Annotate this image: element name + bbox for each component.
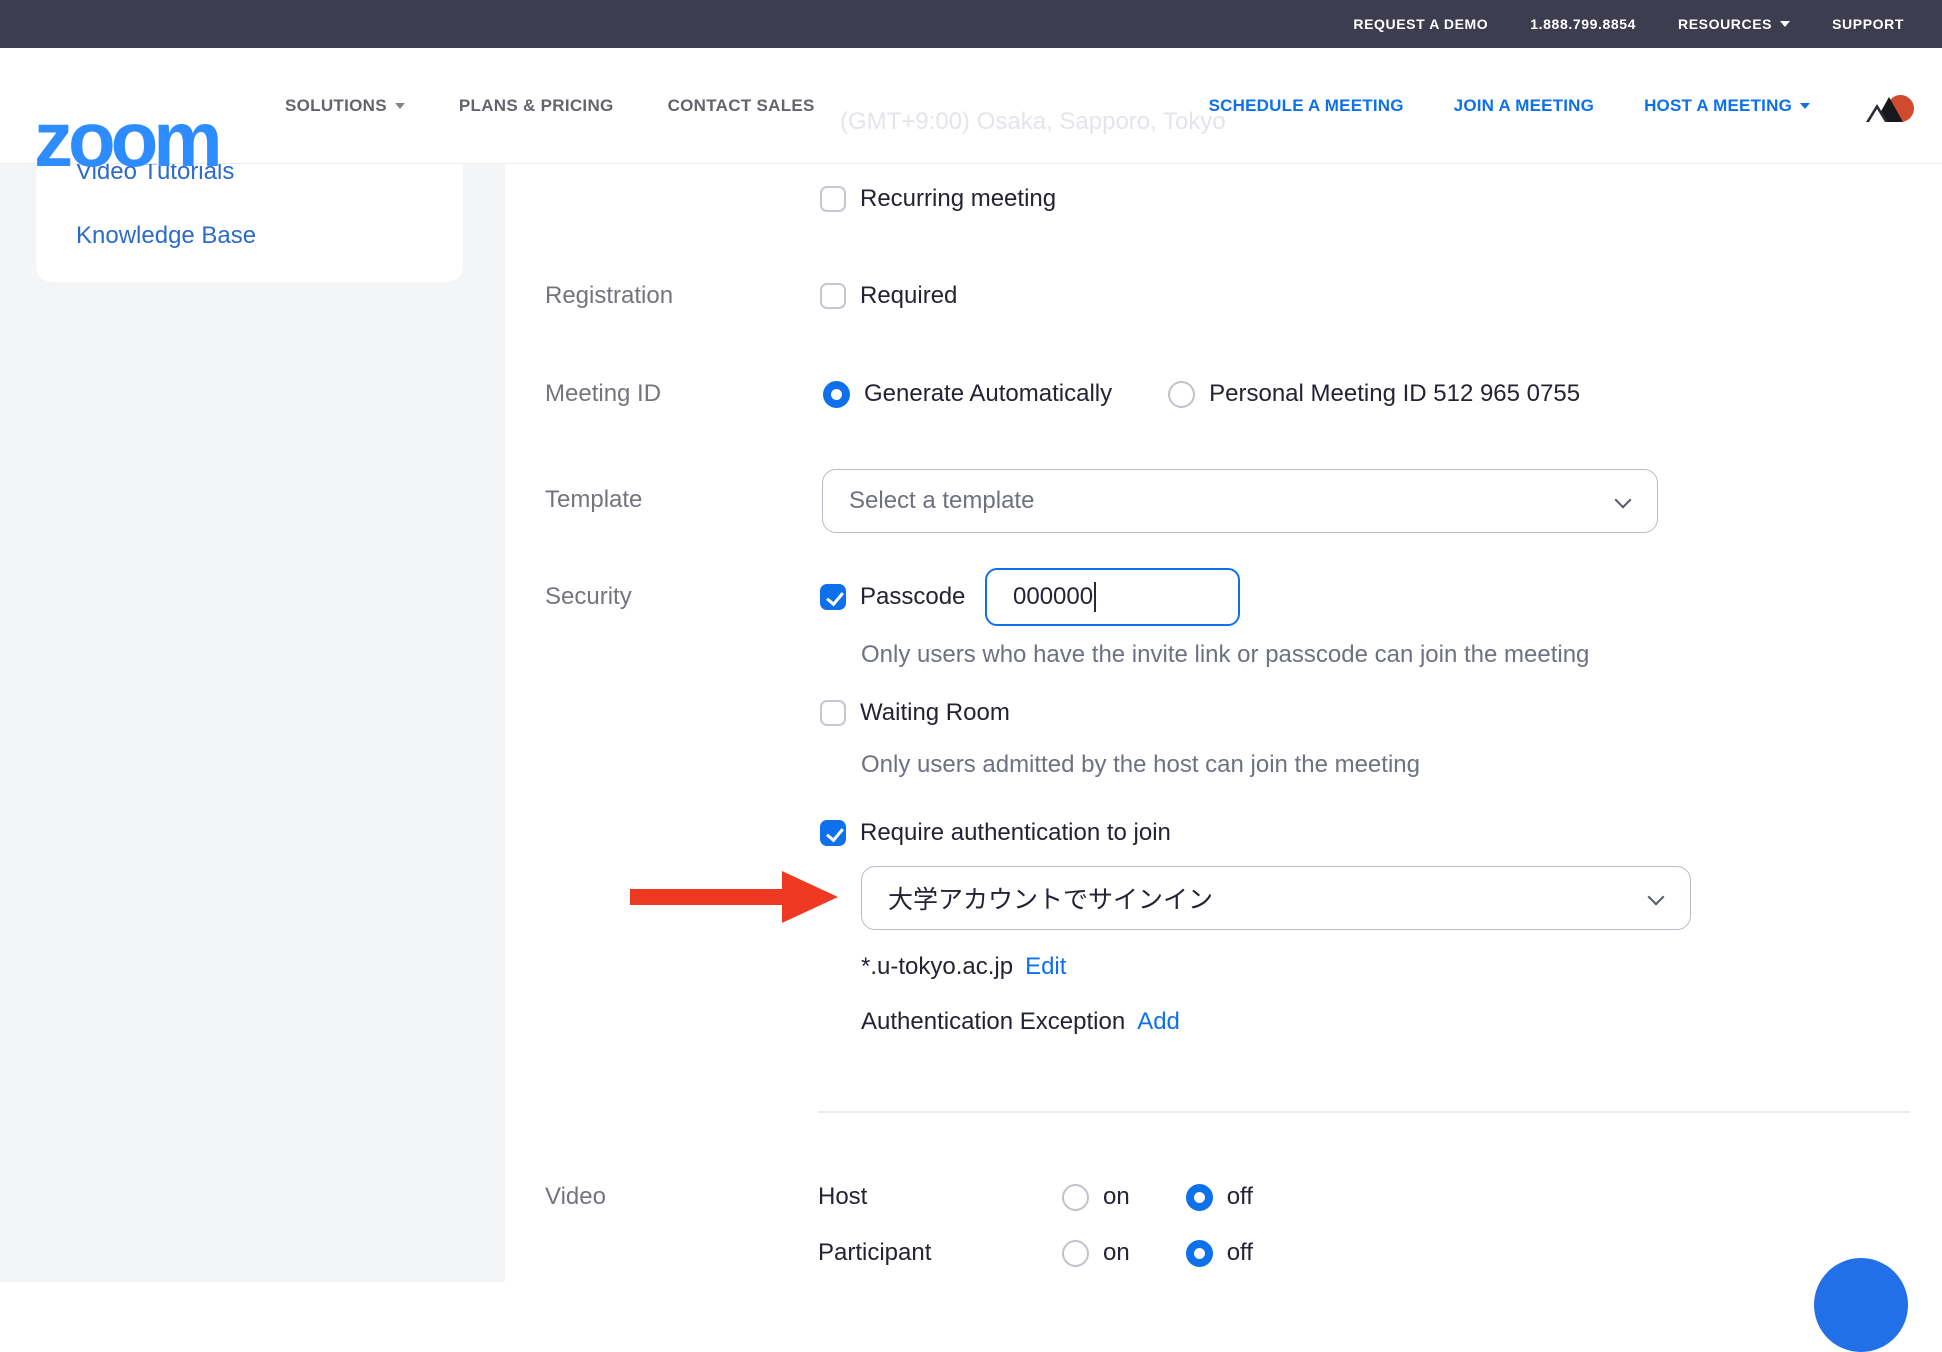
participant-label: Participant xyxy=(818,1239,1048,1267)
nav-contact-sales[interactable]: CONTACT SALES xyxy=(668,96,815,116)
host-video-off-radio[interactable] xyxy=(1186,1184,1213,1211)
recurring-meeting-label: Recurring meeting xyxy=(860,185,1056,213)
chevron-down-icon xyxy=(1648,890,1664,906)
caret-down-icon xyxy=(395,103,405,109)
ghost-timezone-text: (GMT+9:00) Osaka, Sapporo, Tokyo xyxy=(840,108,1226,136)
template-select[interactable]: Select a template xyxy=(822,469,1658,533)
nav-schedule-meeting[interactable]: SCHEDULE A MEETING xyxy=(1209,96,1404,116)
video-host-row: Host on off xyxy=(818,1177,1253,1217)
auth-exception-label: Authentication Exception xyxy=(861,1008,1125,1036)
chevron-down-icon xyxy=(1615,493,1631,509)
personal-meeting-id-radio[interactable] xyxy=(1168,381,1195,408)
resources-menu[interactable]: RESOURCES xyxy=(1678,16,1790,32)
waiting-room-label: Waiting Room xyxy=(860,699,1010,727)
waiting-room-checkbox[interactable] xyxy=(820,700,846,726)
auth-exception-row: Authentication Exception Add xyxy=(861,1002,1180,1042)
main-header: (GMT+9:00) Osaka, Sapporo, Tokyo zoom SO… xyxy=(0,48,1942,163)
phone-number[interactable]: 1.888.799.8854 xyxy=(1530,16,1636,32)
participant-off-label: off xyxy=(1227,1239,1253,1267)
support-link[interactable]: SUPPORT xyxy=(1832,16,1904,32)
passcode-input[interactable]: 000000 xyxy=(985,568,1240,626)
zoom-schedule-meeting-page: { "topbar": { "items": ["REQUEST A DEMO"… xyxy=(0,0,1942,1282)
registration-label: Registration xyxy=(545,282,673,310)
generate-automatically-radio[interactable] xyxy=(823,381,850,408)
passcode-row: Passcode xyxy=(820,577,965,617)
require-authentication-row: Require authentication to join xyxy=(820,813,1171,853)
red-annotation-arrow xyxy=(630,871,838,923)
nav-host-meeting[interactable]: HOST A MEETING xyxy=(1644,96,1810,116)
caret-down-icon xyxy=(1780,21,1790,27)
sidebar-link-knowledge-base[interactable]: Knowledge Base xyxy=(76,222,256,250)
waiting-room-row: Waiting Room xyxy=(820,693,1010,733)
help-floating-button[interactable] xyxy=(1814,1258,1908,1352)
auth-domain-row: *.u-tokyo.ac.jp Edit xyxy=(861,947,1066,987)
add-exception-link[interactable]: Add xyxy=(1137,1008,1180,1036)
meeting-nav: SCHEDULE A MEETING JOIN A MEETING HOST A… xyxy=(1209,48,1914,163)
require-authentication-checkbox[interactable] xyxy=(820,820,846,846)
generate-automatically-label: Generate Automatically xyxy=(864,380,1112,408)
zoom-logo[interactable]: zoom xyxy=(34,100,218,178)
nav-plans-pricing[interactable]: PLANS & PRICING xyxy=(459,96,614,116)
registration-required-row: Required xyxy=(820,276,957,316)
authentication-method-select[interactable]: 大学アカウントでサインイン xyxy=(861,866,1691,930)
host-off-label: off xyxy=(1227,1183,1253,1211)
auth-domain-value: *.u-tokyo.ac.jp xyxy=(861,953,1013,981)
require-authentication-label: Require authentication to join xyxy=(860,819,1171,847)
edit-domain-link[interactable]: Edit xyxy=(1025,953,1066,981)
user-avatar[interactable] xyxy=(1866,89,1914,123)
personal-meeting-id-label: Personal Meeting ID 512 965 0755 xyxy=(1209,380,1580,408)
passcode-value: 000000 xyxy=(1013,583,1093,611)
registration-required-label: Required xyxy=(860,282,957,310)
template-select-value: Select a template xyxy=(849,487,1034,515)
template-label: Template xyxy=(545,486,642,514)
host-video-on-radio[interactable] xyxy=(1062,1184,1089,1211)
meeting-id-label: Meeting ID xyxy=(545,380,661,408)
passcode-label: Passcode xyxy=(860,583,965,611)
arrow-tail xyxy=(630,889,786,905)
arrow-head xyxy=(782,871,838,923)
video-participant-row: Participant on off xyxy=(818,1233,1253,1273)
security-label: Security xyxy=(545,583,632,611)
authentication-method-value: 大学アカウントでサインイン xyxy=(888,880,1213,916)
participant-video-on-radio[interactable] xyxy=(1062,1240,1089,1267)
request-demo-link[interactable]: REQUEST A DEMO xyxy=(1353,16,1488,32)
caret-down-icon xyxy=(1800,103,1810,109)
text-cursor xyxy=(1094,582,1096,612)
avatar-mountain-white-shape xyxy=(1869,109,1885,122)
participant-on-label: on xyxy=(1103,1239,1130,1267)
video-label: Video xyxy=(545,1183,606,1211)
section-divider xyxy=(818,1111,1910,1113)
top-utility-bar: REQUEST A DEMO 1.888.799.8854 RESOURCES … xyxy=(0,0,1942,48)
recurring-meeting-row: Recurring meeting xyxy=(820,179,1056,219)
participant-video-off-radio[interactable] xyxy=(1186,1240,1213,1267)
registration-required-checkbox[interactable] xyxy=(820,283,846,309)
nav-solutions[interactable]: SOLUTIONS xyxy=(285,96,405,116)
passcode-checkbox[interactable] xyxy=(820,584,846,610)
primary-nav: SOLUTIONS PLANS & PRICING CONTACT SALES xyxy=(285,48,815,163)
recurring-meeting-checkbox[interactable] xyxy=(820,186,846,212)
waiting-room-helper-text: Only users admitted by the host can join… xyxy=(861,751,1420,779)
host-label: Host xyxy=(818,1183,1048,1211)
passcode-helper-text: Only users who have the invite link or p… xyxy=(861,641,1589,669)
host-on-label: on xyxy=(1103,1183,1130,1211)
nav-join-meeting[interactable]: JOIN A MEETING xyxy=(1454,96,1594,116)
meeting-id-options-row: Generate Automatically Personal Meeting … xyxy=(823,374,1580,414)
